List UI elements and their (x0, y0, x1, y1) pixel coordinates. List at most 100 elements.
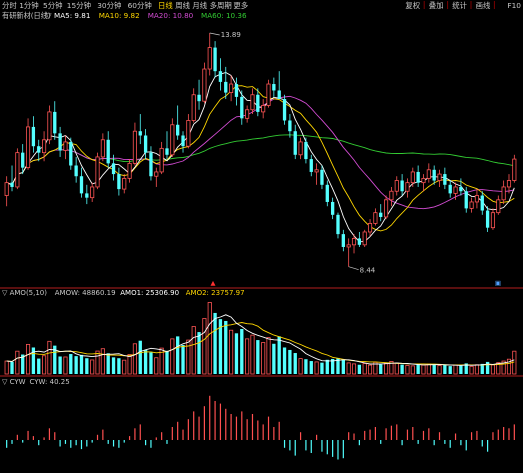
candle-body (79, 176, 84, 194)
amo-bar-81 (437, 365, 442, 375)
low-price-label: 8.44 (360, 267, 376, 275)
amo-bar-64 (346, 362, 351, 375)
event-flag-icon[interactable]: ▲ (211, 279, 216, 287)
right-tab-1[interactable]: 叠加 (429, 1, 444, 10)
candle-49 (266, 79, 271, 108)
candle-body (170, 124, 175, 156)
amo-bar-58 (314, 361, 319, 375)
candle-body (394, 180, 399, 192)
tab-3[interactable]: 15分钟 (67, 1, 91, 10)
tab-4[interactable]: 30分钟 (97, 1, 121, 10)
right-tab-0[interactable]: 复权 (405, 1, 420, 10)
candle-body (336, 214, 340, 235)
amo-bar-43 (234, 333, 239, 374)
candle-body (117, 174, 121, 190)
amo-bar-80 (432, 364, 436, 374)
candle-body (362, 231, 367, 246)
candle-body (459, 186, 463, 192)
tab-0[interactable]: 分时 (2, 1, 17, 10)
cyw-legend-0: ▽ CYW (2, 378, 26, 386)
candle-body (90, 186, 95, 199)
amo-bar-19 (106, 353, 110, 374)
candle-body (53, 111, 57, 134)
candle-body (282, 99, 287, 121)
amo-bar-6 (37, 358, 41, 374)
amo-bar-33 (181, 345, 185, 374)
amo-bar-1 (10, 361, 14, 374)
amo-legend-0: ▽ AMO(5,10) (2, 289, 47, 297)
candle-body (480, 195, 484, 211)
chart-canvas: 分时 1分钟 5分钟 15分钟 30分钟 60分钟 日线 周线 月线 多周期 更多 F10 画线统计叠加… (0, 0, 523, 469)
candle-body (240, 96, 244, 119)
candle-body (384, 199, 389, 218)
right-tab-3[interactable]: 画线 (476, 1, 491, 10)
ma-legend-1: MA10: 9.82 (99, 11, 140, 20)
candle-body (351, 238, 357, 246)
tab-8[interactable]: 月线 (192, 1, 207, 10)
candle-body (74, 165, 78, 177)
ma-legend-2: MA20: 10.80 (148, 11, 194, 20)
amo-bar-14 (79, 354, 84, 374)
amo-bar-13 (74, 356, 78, 374)
tab-6[interactable]: 日线 (158, 1, 173, 10)
candle-body (432, 169, 436, 181)
amo-bar-45 (245, 338, 250, 375)
candle-body (218, 71, 223, 82)
amo-bar-35 (191, 326, 196, 375)
candle-body (100, 139, 105, 158)
candle-body (197, 94, 201, 102)
amo-bar-39 (213, 312, 217, 374)
candle-body (31, 126, 36, 147)
amo-bar-77 (416, 363, 420, 374)
candle-body (506, 180, 512, 188)
candle-body (138, 131, 142, 136)
candle-body (448, 184, 452, 194)
candle-body (261, 105, 266, 113)
candle-body (437, 173, 442, 181)
amo-bar-25 (138, 340, 142, 374)
amo-bar-52 (282, 347, 287, 374)
candle-body (304, 141, 308, 160)
amo-bar-8 (47, 340, 52, 375)
candle-body (149, 152, 153, 177)
amo-bar-84 (453, 364, 458, 375)
right-tab-2[interactable]: 统计 (452, 1, 467, 10)
ma-legend-3: MA60: 10.36 (201, 11, 247, 20)
candle-body (453, 186, 458, 194)
tab-9[interactable]: 多周期 (210, 1, 232, 10)
amo-bar-47 (256, 340, 260, 374)
tab-1[interactable]: 1分钟 (19, 1, 38, 10)
candle-body (421, 177, 426, 184)
tab-5[interactable]: 60分钟 (128, 1, 152, 10)
amo-bar-11 (63, 356, 68, 375)
amo-bar-37 (202, 318, 207, 375)
amo-bar-2 (15, 350, 20, 375)
tab-2[interactable]: 5分钟 (43, 1, 62, 10)
candle-body (309, 159, 313, 172)
candle-12 (69, 137, 73, 170)
amo-bar-65 (351, 363, 357, 375)
candle-body (207, 47, 212, 70)
candle-body (298, 141, 303, 156)
tab-7[interactable]: 周线 (175, 1, 190, 10)
amo-bar-49 (266, 337, 271, 375)
right-tab-4[interactable]: F10 (507, 1, 521, 10)
amo-bar-75 (405, 364, 410, 375)
candle-body (202, 68, 207, 102)
amo-bar-67 (362, 363, 367, 375)
candle-body (346, 244, 351, 248)
candle-body (293, 131, 297, 155)
info-flag-icon[interactable]: ▣ (495, 279, 501, 287)
indicator-toggle-icon[interactable]: ▽ (46, 11, 52, 20)
candle-body (111, 163, 116, 175)
amo-bar-71 (384, 362, 389, 375)
candle-body (176, 124, 180, 136)
tab-10[interactable]: 更多 (233, 1, 248, 10)
amo-bar-51 (277, 336, 281, 374)
candle-67 (362, 229, 367, 247)
candle-body (330, 201, 335, 215)
candle-body (127, 162, 132, 179)
candle-body (154, 171, 159, 177)
amo-bar-60 (325, 359, 329, 374)
amo-bar-22 (122, 359, 127, 375)
